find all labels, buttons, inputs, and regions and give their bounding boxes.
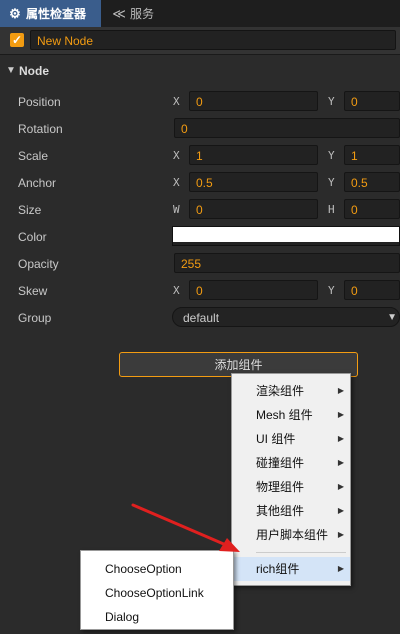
scale-y-axis-label: Y: [328, 149, 335, 162]
position-y-axis-label: Y: [328, 95, 335, 108]
menu-item-label: 物理组件: [256, 480, 305, 494]
menu-item-label: 碰撞组件: [256, 456, 305, 470]
size-row: Size W 0 H 0: [0, 196, 400, 223]
menu-item-collider[interactable]: 碰撞组件 ▶: [232, 451, 350, 475]
tab-inspector[interactable]: ⚙ 属性检查器: [0, 0, 101, 27]
size-h-axis-label: H: [328, 203, 335, 216]
node-header: ✓ New Node: [0, 27, 400, 55]
node-section-header[interactable]: ▼ Node: [0, 58, 400, 84]
service-icon: ≪: [112, 5, 126, 21]
anchor-y-axis-label: Y: [328, 176, 335, 189]
submenu-arrow-icon: ▶: [337, 530, 344, 539]
skew-y-input[interactable]: 0: [344, 280, 400, 300]
menu-item-rich[interactable]: rich组件 ▶: [232, 557, 350, 581]
caret-down-icon: ▼: [6, 65, 16, 76]
skew-x-input[interactable]: 0: [189, 280, 318, 300]
menu-item-render[interactable]: 渲染组件 ▶: [232, 379, 350, 403]
color-alpha-bar: [173, 242, 399, 245]
tab-inspector-label: 属性检查器: [26, 7, 87, 21]
position-label: Position: [18, 95, 61, 109]
menu-item-label: Mesh 组件: [256, 408, 313, 422]
anchor-x-axis-label: X: [173, 176, 180, 189]
chevron-down-icon: ▼: [387, 312, 397, 323]
position-y-input[interactable]: 0: [344, 91, 400, 111]
submenu-item-choose-option[interactable]: ChooseOption: [81, 557, 233, 581]
submenu-arrow-icon: ▶: [337, 458, 344, 467]
color-label: Color: [18, 230, 47, 244]
tab-bar: ⚙ 属性检查器 ≪ 服务: [0, 0, 400, 28]
group-row: Group default ▼: [0, 304, 400, 331]
color-picker[interactable]: [172, 226, 400, 246]
menu-item-user-script[interactable]: 用户脚本组件 ▶: [232, 523, 350, 547]
rotation-row: Rotation 0: [0, 115, 400, 142]
anchor-label: Anchor: [18, 176, 57, 190]
menu-item-label: 渲染组件: [256, 384, 305, 398]
tab-service-label: 服务: [130, 7, 155, 21]
submenu-arrow-icon: ▶: [337, 564, 344, 573]
size-w-axis-label: W: [173, 203, 180, 216]
rotation-input[interactable]: 0: [174, 118, 400, 138]
menu-item-mesh[interactable]: Mesh 组件 ▶: [232, 403, 350, 427]
scale-x-axis-label: X: [173, 149, 180, 162]
skew-label: Skew: [18, 284, 48, 298]
skew-y-axis-label: Y: [328, 284, 335, 297]
size-label: Size: [18, 203, 42, 217]
menu-item-label: 其他组件: [256, 504, 305, 518]
size-height-input[interactable]: 0: [344, 199, 400, 219]
position-x-input[interactable]: 0: [189, 91, 318, 111]
rich-submenu: ChooseOption ChooseOptionLink Dialog: [80, 550, 234, 630]
color-row: Color: [0, 223, 400, 250]
rotation-label: Rotation: [18, 122, 63, 136]
submenu-arrow-icon: ▶: [337, 482, 344, 491]
opacity-row: Opacity 255: [0, 250, 400, 277]
gear-icon: ⚙: [9, 5, 21, 21]
menu-item-label: UI 组件: [256, 432, 296, 446]
node-section-title: Node: [19, 64, 49, 78]
position-x-axis-label: X: [173, 95, 180, 108]
opacity-label: Opacity: [18, 257, 59, 271]
menu-item-physics[interactable]: 物理组件 ▶: [232, 475, 350, 499]
anchor-x-input[interactable]: 0.5: [189, 172, 318, 192]
menu-item-ui[interactable]: UI 组件 ▶: [232, 427, 350, 451]
submenu-arrow-icon: ▶: [337, 386, 344, 395]
skew-row: Skew X 0 Y 0: [0, 277, 400, 304]
node-enabled-checkbox[interactable]: ✓: [10, 33, 24, 47]
menu-separator: [256, 552, 346, 553]
opacity-input[interactable]: 255: [174, 253, 400, 273]
group-select-value: default: [183, 311, 220, 325]
submenu-arrow-icon: ▶: [337, 410, 344, 419]
anchor-row: Anchor X 0.5 Y 0.5: [0, 169, 400, 196]
group-select[interactable]: default ▼: [172, 307, 400, 327]
menu-item-label: rich组件: [256, 562, 300, 576]
group-label: Group: [18, 311, 52, 325]
position-row: Position X 0 Y 0: [0, 88, 400, 115]
submenu-item-choose-option-link[interactable]: ChooseOptionLink: [81, 581, 233, 605]
node-name-input[interactable]: New Node: [30, 30, 396, 50]
skew-x-axis-label: X: [173, 284, 180, 297]
menu-item-label: 用户脚本组件: [256, 528, 329, 542]
scale-x-input[interactable]: 1: [189, 145, 318, 165]
menu-item-other[interactable]: 其他组件 ▶: [232, 499, 350, 523]
size-width-input[interactable]: 0: [189, 199, 318, 219]
submenu-arrow-icon: ▶: [337, 506, 344, 515]
scale-y-input[interactable]: 1: [344, 145, 400, 165]
submenu-item-dialog[interactable]: Dialog: [81, 605, 233, 629]
scale-row: Scale X 1 Y 1: [0, 142, 400, 169]
add-component-menu: 渲染组件 ▶ Mesh 组件 ▶ UI 组件 ▶ 碰撞组件 ▶ 物理组件 ▶ 其…: [231, 373, 351, 586]
tab-service[interactable]: ≪ 服务: [104, 0, 184, 27]
submenu-arrow-icon: ▶: [337, 434, 344, 443]
scale-label: Scale: [18, 149, 49, 163]
anchor-y-input[interactable]: 0.5: [344, 172, 400, 192]
